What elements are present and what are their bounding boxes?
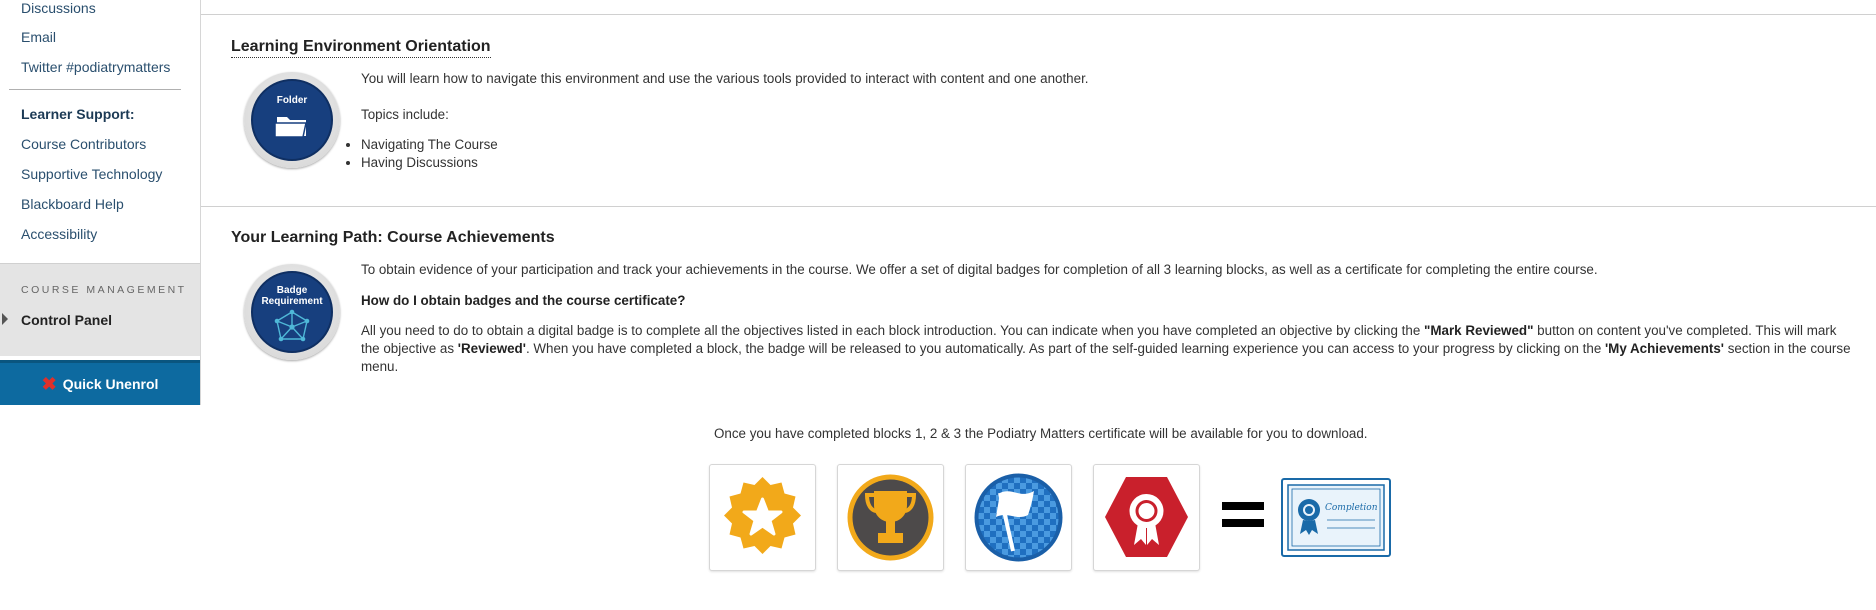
quick-unenrol-button[interactable]: ✖ Quick Unenrol	[0, 360, 200, 405]
orientation-title[interactable]: Learning Environment Orientation	[231, 38, 491, 58]
topics-label: Topics include:	[361, 107, 449, 122]
badge-requirement-badge: Badge Requirement	[244, 264, 340, 360]
star-badge-icon	[709, 464, 816, 571]
folder-icon	[274, 117, 307, 138]
topics-list: Navigating The Course Having Discussions	[343, 136, 498, 172]
badge-requirement-label: Badge Requirement	[261, 285, 323, 307]
sidebar-divider	[9, 89, 181, 90]
certificate-note: Once you have completed blocks 1, 2 & 3 …	[714, 426, 1368, 441]
section-divider	[201, 14, 1876, 15]
flag-badge-icon	[965, 464, 1072, 571]
close-icon: ✖	[41, 374, 57, 394]
folder-badge: Folder	[244, 72, 340, 168]
equals-sign	[1222, 502, 1264, 536]
sidebar-link-discussions[interactable]: Discussions	[21, 0, 96, 16]
achievements-title: Your Learning Path: Course Achievements	[231, 229, 555, 246]
network-icon	[274, 309, 310, 342]
rosette-badge-icon	[1093, 464, 1200, 571]
sidebar-link-blackboard-help[interactable]: Blackboard Help	[21, 196, 124, 212]
course-management-title: Course Management	[21, 284, 187, 296]
achievements-intro: To obtain evidence of your participation…	[361, 262, 1598, 277]
control-panel-link[interactable]: Control Panel	[21, 312, 112, 328]
orientation-intro: You will learn how to navigate this envi…	[361, 71, 1089, 86]
trophy-badge-icon	[837, 464, 944, 571]
course-management-panel: Course Management Control Panel	[0, 263, 200, 356]
certificate-label: Completion	[1325, 503, 1378, 513]
list-item: Navigating The Course	[361, 136, 498, 154]
sidebar-link-course-contributors[interactable]: Course Contributors	[21, 136, 146, 152]
learner-support-heading: Learner Support:	[21, 106, 135, 122]
expand-arrow-icon[interactable]	[2, 313, 8, 325]
sidebar-link-accessibility[interactable]: Accessibility	[21, 226, 97, 242]
achievements-question: How do I obtain badges and the course ce…	[361, 293, 686, 308]
quick-unenrol-label: Quick Unenrol	[62, 376, 159, 392]
folder-badge-label: Folder	[276, 95, 308, 106]
achievements-body: All you need to do to obtain a digital b…	[361, 323, 1851, 374]
course-menu-sidebar: Discussions Email Twitter #podiatrymatte…	[0, 0, 201, 405]
sidebar-link-twitter[interactable]: Twitter #podiatrymatters	[21, 59, 170, 75]
list-item: Having Discussions	[361, 154, 498, 172]
sidebar-link-email[interactable]: Email	[21, 29, 56, 45]
section-divider	[201, 206, 1876, 207]
sidebar-link-supportive-technology[interactable]: Supportive Technology	[21, 166, 162, 182]
certificate-thumbnail: Completion	[1281, 478, 1391, 557]
